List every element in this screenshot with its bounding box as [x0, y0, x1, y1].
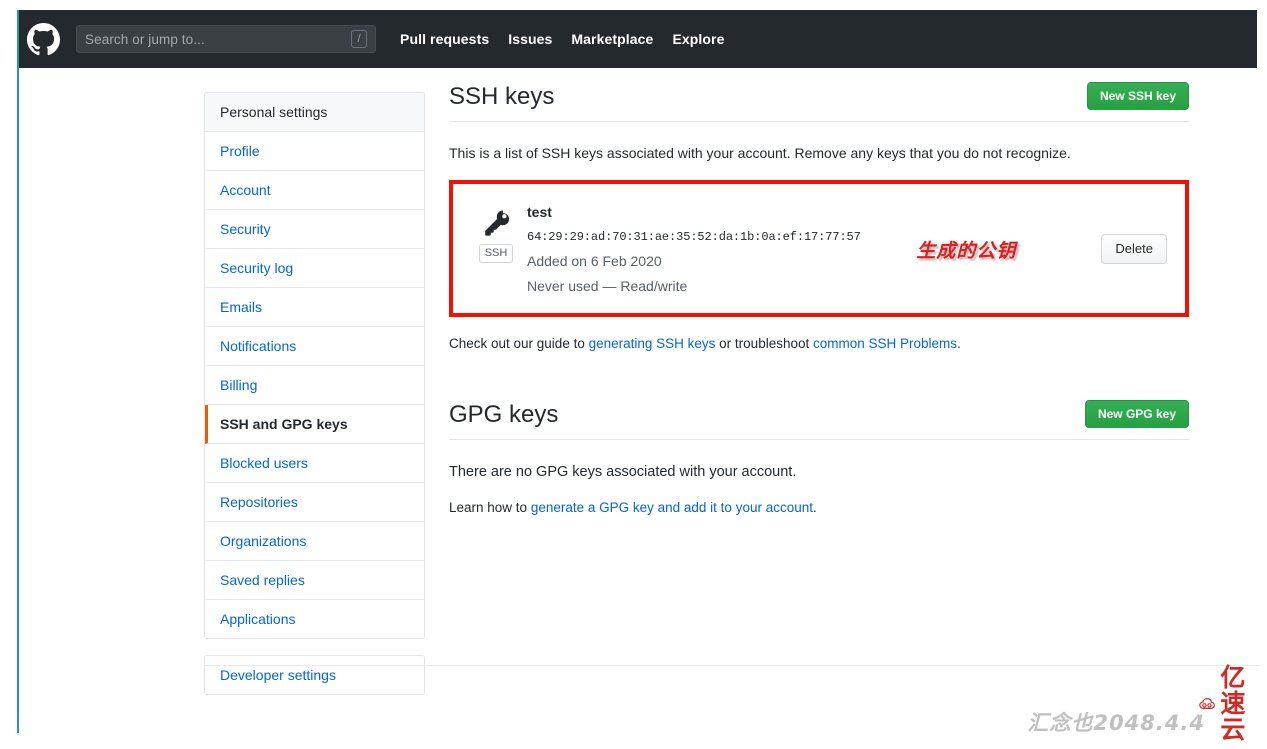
search-shortcut-badge: / — [351, 30, 367, 48]
ssh-helper-middle: or troubleshoot — [715, 336, 813, 351]
nav-item-explore[interactable]: Explore — [672, 31, 724, 47]
ssh-key-row: SSH test 64:29:29:ad:70:31:ae:35:52:da:1… — [453, 184, 1185, 313]
gpg-section-title: GPG keys — [449, 401, 559, 428]
sidebar-developer-menu: Developer settings — [204, 655, 425, 695]
sidebar-heading: Personal settings — [205, 93, 424, 132]
ssh-section-description: This is a list of SSH keys associated wi… — [449, 145, 1071, 161]
new-gpg-key-button[interactable]: New GPG key — [1084, 400, 1189, 428]
global-header: Search or jump to... / Pull requests Iss… — [18, 10, 1257, 68]
link-generating-ssh-keys[interactable]: generating SSH keys — [589, 336, 716, 351]
sidebar-item-profile[interactable]: Profile — [205, 132, 424, 171]
cloud-logo-icon — [1199, 698, 1215, 709]
sidebar-item-notifications[interactable]: Notifications — [205, 327, 424, 366]
new-ssh-key-button[interactable]: New SSH key — [1086, 82, 1189, 110]
sidebar-item-repositories[interactable]: Repositories — [205, 483, 424, 522]
sidebar-item-developer-settings[interactable]: Developer settings — [205, 656, 424, 694]
ssh-section-title: SSH keys — [449, 83, 555, 110]
search-placeholder: Search or jump to... — [85, 31, 205, 47]
ssh-key-title[interactable]: test — [527, 202, 916, 222]
ssh-key-actions: 生成的公钥 Delete — [916, 200, 1169, 264]
footer-divider — [204, 665, 1259, 666]
sidebar-item-emails[interactable]: Emails — [205, 288, 424, 327]
ssh-helper-prefix: Check out our guide to — [449, 336, 589, 351]
sidebar-item-security[interactable]: Security — [205, 210, 424, 249]
gpg-section: GPG keys New GPG key There are no GPG ke… — [449, 400, 1189, 518]
delete-ssh-key-button[interactable]: Delete — [1101, 234, 1167, 264]
ssh-key-type-badge: SSH — [478, 244, 514, 263]
link-common-ssh-problems[interactable]: common SSH Problems — [813, 336, 957, 351]
header-nav: Pull requests Issues Marketplace Explore — [400, 31, 725, 47]
sidebar-item-ssh-and-gpg-keys[interactable]: SSH and GPG keys — [205, 405, 424, 444]
gpg-section-header: GPG keys New GPG key — [449, 400, 1189, 440]
content-area: Personal settings Profile Account Securi… — [0, 68, 1267, 749]
key-icon — [485, 210, 510, 236]
sidebar-item-security-log[interactable]: Security log — [205, 249, 424, 288]
main-column: SSH keys New SSH key This is a list of S… — [449, 82, 1189, 518]
nav-item-issues[interactable]: Issues — [508, 31, 552, 47]
watermark-ghost-text: 汇念也2048.4.4 — [1027, 711, 1205, 735]
ssh-helper-suffix: . — [957, 336, 961, 351]
github-mark-icon[interactable] — [27, 22, 60, 56]
sidebar-item-applications[interactable]: Applications — [205, 600, 424, 638]
watermark-brand: 亿速云 — [1198, 665, 1261, 743]
sidebar-item-saved-replies[interactable]: Saved replies — [205, 561, 424, 600]
gpg-empty-message: There are no GPG keys associated with yo… — [449, 464, 797, 480]
sidebar-item-billing[interactable]: Billing — [205, 366, 424, 405]
page-left-border — [17, 10, 19, 733]
ssh-key-usage-status: Never used — Read/write — [527, 278, 688, 294]
gpg-learn-text: Learn how to generate a GPG key and add … — [449, 498, 1189, 518]
gpg-learn-suffix: . — [813, 500, 817, 515]
ssh-key-added-date: Added on 6 Feb 2020 — [527, 253, 662, 269]
sidebar-item-blocked-users[interactable]: Blocked users — [205, 444, 424, 483]
watermark-brand-name: 亿速云 — [1220, 663, 1246, 744]
settings-sidebar: Personal settings Profile Account Securi… — [204, 92, 425, 695]
ssh-key-details: test 64:29:29:ad:70:31:ae:35:52:da:1b:0a… — [521, 200, 916, 297]
link-generate-gpg-key[interactable]: generate a GPG key and add it to your ac… — [531, 500, 813, 515]
ssh-section-header: SSH keys New SSH key — [449, 82, 1189, 122]
sidebar-item-organizations[interactable]: Organizations — [205, 522, 424, 561]
gpg-learn-prefix: Learn how to — [449, 500, 531, 515]
nav-item-marketplace[interactable]: Marketplace — [571, 31, 653, 47]
page-root: Search or jump to... / Pull requests Iss… — [0, 0, 1267, 749]
sidebar-menu: Personal settings Profile Account Securi… — [204, 92, 425, 639]
ssh-key-fingerprint: 64:29:29:ad:70:31:ae:35:52:da:1b:0a:ef:1… — [527, 230, 861, 244]
nav-item-pull-requests[interactable]: Pull requests — [400, 31, 489, 47]
annotation-generated-public-key: 生成的公钥 — [916, 239, 1017, 262]
ssh-helper-text: Check out our guide to generating SSH ke… — [449, 334, 1189, 354]
search-input[interactable]: Search or jump to... / — [76, 25, 376, 53]
ssh-key-icon-column: SSH — [471, 200, 521, 263]
ssh-keys-highlight-box: SSH test 64:29:29:ad:70:31:ae:35:52:da:1… — [449, 180, 1189, 317]
sidebar-item-account[interactable]: Account — [205, 171, 424, 210]
